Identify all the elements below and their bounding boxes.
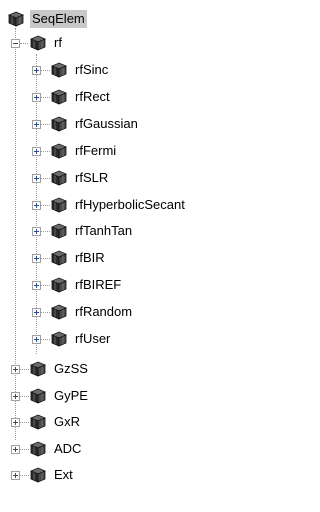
tree-connector-line [20, 369, 29, 370]
cube-icon [51, 89, 67, 105]
expand-toggle-rffermi[interactable] [32, 146, 41, 156]
expand-toggle-rfhyperbolicsecant[interactable] [32, 200, 41, 210]
cube-icon [51, 223, 67, 239]
tree-connector-line [15, 28, 16, 440]
cube-icon [51, 304, 67, 320]
tree-connector-line [20, 475, 29, 476]
tree-node-gype[interactable]: GyPE [30, 385, 90, 407]
cube-icon [51, 62, 67, 78]
cube-icon [30, 414, 46, 430]
expand-toggle-rfuser[interactable] [32, 335, 41, 344]
tree-node-rfbiref[interactable]: rfBIREF [51, 274, 123, 296]
tree-connector-line [41, 312, 50, 314]
collapse-toggle-rf[interactable] [11, 39, 20, 48]
tree-node-label: rfSinc [75, 62, 109, 77]
tree-node-seqelem[interactable]: SeqElem [8, 8, 87, 30]
tree-node-label: rfBIR [75, 250, 105, 266]
cube-icon [30, 388, 46, 404]
tree-connector-line [41, 339, 50, 340]
tree-connector-line [41, 70, 50, 71]
tree-node-label: GxR [54, 414, 80, 429]
tree-connector-line [41, 204, 50, 206]
tree-connector-line [41, 96, 50, 98]
tree-node-label: rfBIREF [75, 277, 122, 293]
tree-connector-line [20, 43, 28, 44]
tree-node-rfrect[interactable]: rfRect [51, 86, 112, 108]
tree-connector-line [41, 285, 50, 287]
expand-toggle-gzss[interactable] [11, 365, 20, 374]
cube-icon [30, 441, 46, 457]
tree-node-label: rfGaussian [75, 115, 138, 131]
tree-node-adc[interactable]: ADC [30, 438, 83, 460]
tree-node-label: rfSLR [75, 169, 109, 185]
tree-node-rfsinc[interactable]: rfSinc [51, 59, 110, 81]
cube-icon [30, 361, 46, 377]
cube-icon [51, 170, 67, 186]
tree-connector-line [20, 395, 29, 397]
tree-connector-line [41, 177, 50, 179]
cube-icon [30, 35, 46, 51]
tree-connector-line [20, 422, 29, 423]
tree-node-label: rfRandom [75, 304, 133, 320]
expand-toggle-rfgaussian[interactable] [32, 119, 41, 129]
cube-icon [51, 143, 67, 159]
expand-toggle-gxr[interactable] [11, 418, 20, 427]
cube-icon [8, 11, 24, 27]
tree-node-rf[interactable]: rf [30, 32, 64, 54]
cube-icon [51, 331, 67, 347]
tree-node-label: SeqElem [30, 10, 87, 28]
tree-node-rfrandom[interactable]: rfRandom [51, 301, 134, 323]
tree-node-label: rfRect [75, 88, 110, 104]
expand-toggle-adc[interactable] [11, 444, 20, 454]
expand-toggle-ext[interactable] [11, 471, 20, 480]
expand-toggle-rfrect[interactable] [32, 92, 41, 102]
tree-node-label: rfTanhTan [75, 223, 133, 239]
cube-icon [51, 197, 67, 213]
expand-toggle-rftanhtan[interactable] [32, 227, 41, 237]
tree-node-gzss[interactable]: GzSS [30, 358, 90, 380]
tree-node-rfuser[interactable]: rfUser [51, 328, 112, 350]
expand-toggle-rfbir[interactable] [32, 254, 41, 264]
cube-icon [30, 467, 46, 483]
tree-node-label: ADC [54, 440, 82, 456]
tree-connector-line [20, 448, 29, 450]
cube-icon [51, 250, 67, 266]
cube-icon [51, 116, 67, 132]
tree-node-label: rfFermi [75, 142, 117, 158]
expand-toggle-rfrandom[interactable] [32, 308, 41, 318]
tree-node-label: Ext [54, 467, 73, 482]
expand-toggle-rfsinc[interactable] [32, 66, 41, 75]
tree-connector-line [41, 150, 50, 152]
tree-connector-line [41, 123, 50, 125]
tree-node-rffermi[interactable]: rfFermi [51, 140, 118, 162]
tree-node-rfslr[interactable]: rfSLR [51, 167, 110, 189]
tree-connector-line [41, 258, 50, 260]
expand-toggle-rfbiref[interactable] [32, 281, 41, 291]
tree-node-gxr[interactable]: GxR [30, 411, 82, 433]
expand-toggle-rfslr[interactable] [32, 173, 41, 183]
tree-node-rfbir[interactable]: rfBIR [51, 247, 107, 269]
tree-node-rfgaussian[interactable]: rfGaussian [51, 113, 140, 135]
cube-icon [51, 277, 67, 293]
expand-toggle-gype[interactable] [11, 391, 20, 401]
tree-connector-line [41, 231, 50, 233]
tree-view: SeqElem rf rfSinc rfRect rfGaussian rfFermi… [0, 0, 260, 512]
tree-node-label: rfHyperbolicSecant [75, 196, 185, 212]
tree-node-label: GzSS [54, 361, 88, 376]
tree-node-ext[interactable]: Ext [30, 464, 75, 486]
tree-node-rfhyperbolicsecant[interactable]: rfHyperbolicSecant [51, 194, 187, 216]
tree-node-label: GyPE [54, 387, 88, 403]
tree-node-label: rfUser [75, 331, 111, 346]
tree-node-rftanhtan[interactable]: rfTanhTan [51, 220, 134, 242]
tree-node-label: rf [54, 35, 62, 50]
